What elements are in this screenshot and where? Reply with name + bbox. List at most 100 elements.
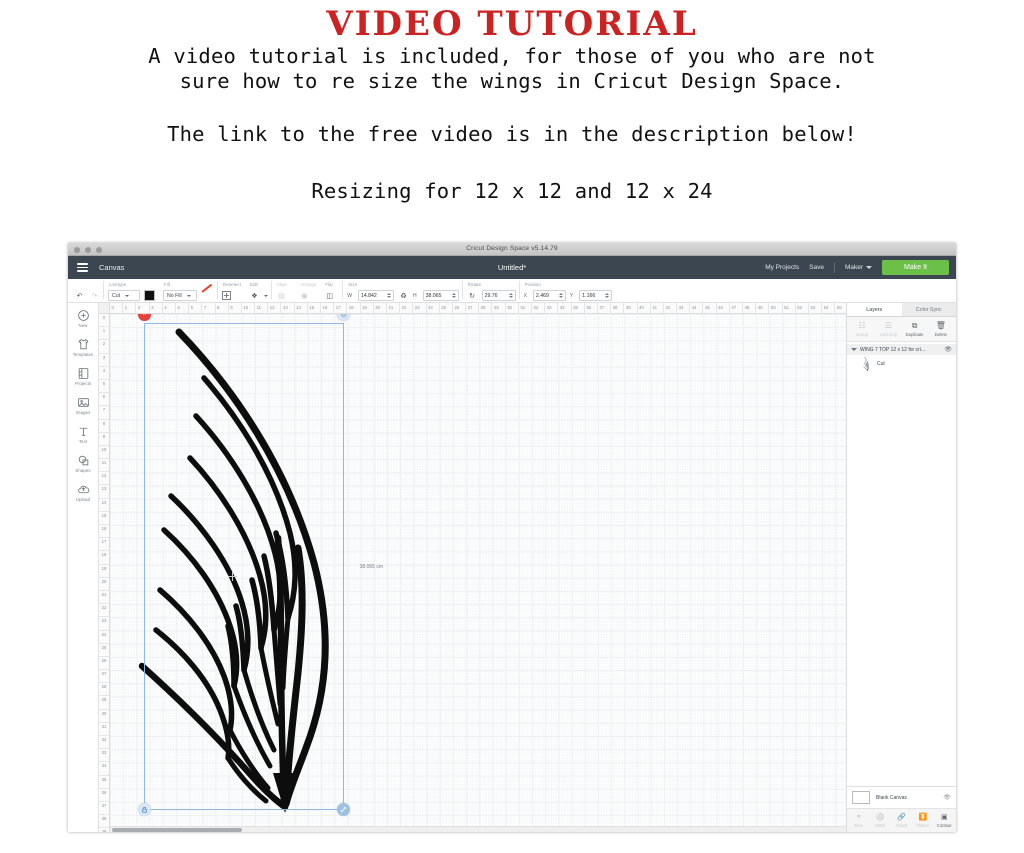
duplicate-button[interactable]: ⧉ Duplicate [903, 320, 927, 338]
ruler-tick-v: 11 [99, 459, 109, 473]
canvas-grid[interactable]: 14.842 cm 38.065 cm × ↻ [110, 314, 846, 832]
resize-selection-icon[interactable] [337, 803, 350, 816]
ungroup-button[interactable]: ☰ UnGroup [876, 320, 900, 337]
sidebar-label-templates: Templates [72, 352, 94, 357]
contour-icon: ▣ [940, 814, 948, 821]
redo-icon[interactable]: ↷ [89, 290, 100, 301]
sidebar-item-new[interactable]: New [68, 308, 99, 328]
ruler-tick-v: 9 [99, 433, 109, 446]
sidebar-item-shapes[interactable]: Shapes [68, 453, 99, 473]
sidebar-label-images: Images [75, 410, 91, 415]
rotate-input[interactable]: 29.76 [481, 290, 516, 301]
arrange-icon[interactable]: ▣ [299, 290, 310, 301]
blank-canvas-row[interactable]: Blank Canvas 👁 [847, 787, 956, 809]
flip-group: Flip ◫ [320, 278, 344, 302]
ruler-tick-h: 47 [730, 303, 743, 313]
pos-y-stepper[interactable] [605, 293, 610, 298]
sidebar-item-projects[interactable]: Projects [68, 366, 99, 386]
chevron-down-icon[interactable] [851, 348, 857, 351]
pos-x-input[interactable]: 2.469 [532, 290, 566, 301]
sidebar-item-templates[interactable]: Templates [68, 337, 99, 357]
selection-bounding-box[interactable]: 14.842 cm 38.065 cm × ↻ [138, 314, 383, 816]
height-label: H [412, 292, 417, 299]
pos-x-stepper[interactable] [558, 293, 563, 298]
linetype-color-swatch[interactable] [144, 290, 155, 301]
document-title[interactable]: Untitled* [68, 263, 956, 272]
ruler-tick-h: 30 [506, 303, 519, 313]
height-input[interactable]: 38.065 [422, 290, 459, 301]
history-caption [74, 281, 100, 288]
width-stepper[interactable] [386, 293, 391, 298]
sidebar-item-upload[interactable]: Upload [68, 482, 99, 502]
ruler-tick-v: 5 [99, 380, 109, 394]
ungroup-icon: ☰ [884, 321, 892, 330]
height-value: 38.065 [425, 292, 442, 299]
flatten-button[interactable]: ⏬ Flatten [913, 812, 933, 828]
deselect-icon[interactable] [222, 291, 231, 300]
ruler-tick-h: 31 [519, 303, 532, 313]
flip-caption: Flip [325, 282, 333, 287]
lock-aspect-ratio-icon[interactable]: ♻ [398, 290, 409, 301]
weld-button[interactable]: ⚪ Weld [870, 812, 890, 828]
ungroup-label: UnGroup [879, 332, 898, 337]
group-button[interactable]: ☷ Group [850, 320, 874, 337]
delete-button[interactable]: 🗑 Delete [929, 320, 953, 337]
visibility-eye-icon[interactable]: 👁 [944, 346, 952, 353]
flip-icon[interactable]: ◫ [324, 290, 335, 301]
ruler-tick-h: 13 [281, 303, 295, 313]
upload-cloud-icon [76, 482, 90, 496]
pos-y-input[interactable]: 1.166 [579, 290, 613, 301]
slice-button[interactable]: ⚭ Slice [849, 812, 869, 828]
ruler-tick-v: 15 [99, 512, 109, 525]
width-label: W [347, 292, 352, 299]
undo-icon[interactable]: ↶ [74, 290, 85, 301]
group-label: Group [856, 332, 869, 337]
ruler-tick-h: 10 [242, 303, 256, 313]
contour-button[interactable]: ▣ Contour [934, 812, 954, 828]
tab-color-sync[interactable]: Color Sync [902, 303, 957, 316]
rotate-stepper[interactable] [508, 293, 513, 298]
attach-icon: 🔗 [897, 814, 906, 821]
text-icon [76, 424, 90, 438]
layer-child-row[interactable]: Cut [847, 355, 956, 373]
ruler-tick-h: 40 [638, 303, 651, 313]
chevron-down-icon[interactable] [263, 294, 268, 297]
edit-icon[interactable]: ❖ [249, 290, 260, 301]
flatten-label: Flatten [916, 823, 930, 828]
pen-stroke-icon[interactable] [201, 290, 214, 301]
width-input[interactable]: 14.842 [357, 290, 394, 301]
ruler-tick-v: 28 [99, 683, 109, 697]
ruler-tick-h: 6 [189, 303, 203, 313]
ruler-tick-h: 29 [492, 303, 506, 313]
align-icon[interactable]: ▤ [276, 290, 287, 301]
layer-child-label: Cut [877, 361, 885, 367]
ruler-tick-v: 1 [99, 327, 109, 341]
blank-canvas-swatch[interactable] [852, 791, 870, 804]
deselect-caption: Deselect [223, 282, 241, 287]
size-group: Size W 14.842 ♻ H 38.065 [343, 278, 463, 302]
tab-layers[interactable]: Layers [847, 303, 902, 316]
chevron-down-icon [125, 294, 130, 297]
blank-canvas-eye-icon[interactable]: 👁 [943, 794, 951, 801]
rotate-icon: ↻ [469, 292, 476, 300]
sidebar-item-text[interactable]: Text [68, 424, 99, 444]
duplicate-icon: ⧉ [911, 320, 918, 330]
design-canvas[interactable]: 0 1 2 3 4 5 6 7 8 9 10 11 12 13 14 15 16 17 18 19 20 21 22 23 24… [99, 303, 846, 832]
layer-group-row[interactable]: WING 7 TOP 12 x 12 for cri... 👁 [847, 344, 956, 355]
align-group: Align ▤ [272, 278, 295, 302]
height-stepper[interactable] [451, 293, 456, 298]
ruler-tick-h: 15 [308, 303, 321, 313]
fill-select[interactable]: No Fill [163, 290, 197, 301]
ruler-tick-h: 27 [466, 303, 480, 313]
lock-selection-icon[interactable] [138, 803, 151, 816]
ruler-tick-h: 12 [268, 303, 282, 313]
ruler-tick-v: 32 [99, 736, 109, 750]
canvas-horizontal-scrollbar[interactable] [110, 826, 846, 832]
attach-button[interactable]: 🔗 Attach [891, 812, 911, 828]
scrollbar-thumb[interactable] [112, 828, 242, 832]
selection-width-label: 14.842 cm [145, 314, 345, 316]
group-icon: ☷ [858, 321, 866, 330]
pos-x-value: 2.469 [535, 292, 549, 299]
sidebar-item-images[interactable]: Images [68, 395, 99, 415]
linetype-select[interactable]: Cut [108, 290, 140, 301]
